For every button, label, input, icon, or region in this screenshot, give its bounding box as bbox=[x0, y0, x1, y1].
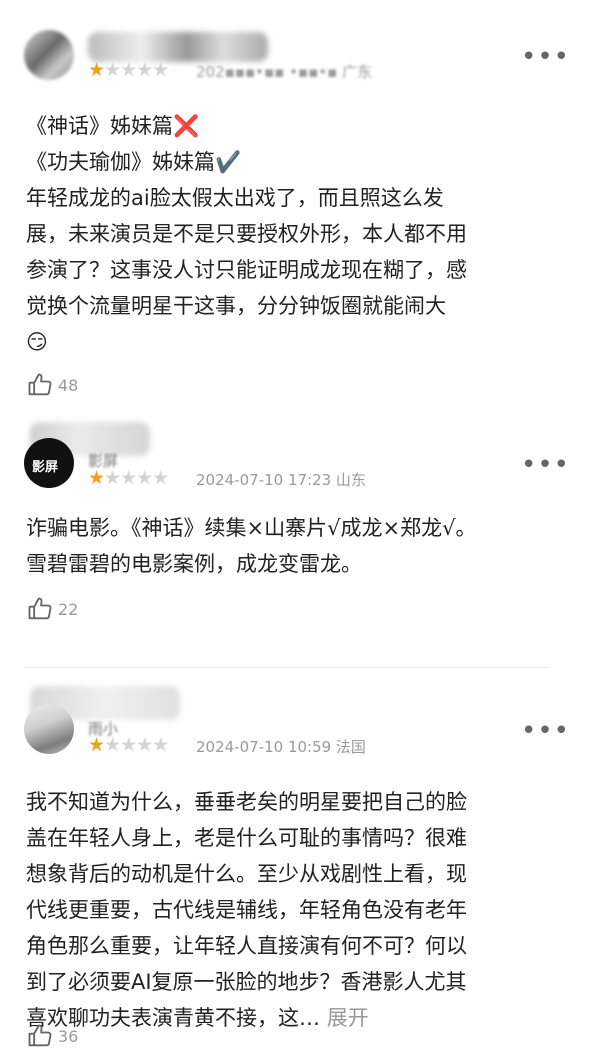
avatar[interactable] bbox=[24, 704, 74, 754]
review-line: 盖在年轻人身上，老是什么可耻的事情吗？很难 bbox=[26, 826, 467, 850]
username-blurred bbox=[88, 32, 268, 62]
rating-stars: ★★★★★ bbox=[88, 734, 169, 756]
smirk-emoji: 😏 bbox=[26, 330, 48, 354]
avatar[interactable] bbox=[24, 30, 74, 80]
review-line: 角色那么重要，让年轻人直接演有何不可？何以 bbox=[26, 934, 467, 958]
review-text: 《神话》姊妹篇❌ 《功夫瑜伽》姊妹篇✔️ 年轻成龙的ai脸太假太出戏了，而且照这… bbox=[26, 108, 574, 360]
avatar-logo: 影屏 bbox=[32, 460, 59, 475]
review-text: 我不知道为什么，垂垂老矣的明星要把自己的脸 盖在年轻人身上，老是什么可耻的事情吗… bbox=[26, 784, 574, 1036]
review-card: ★★★★★ 202▪▪▪•▪▪ •▪▪•▪ 广东 ••• 《神话》姊妹篇❌ 《功… bbox=[0, 0, 600, 410]
review-meta: 2024-07-10 10:59 法国 bbox=[196, 738, 366, 756]
like-count: 36 bbox=[58, 1026, 79, 1046]
review-line: 想象背后的动机是什么。至少从戏剧性上看，现 bbox=[26, 862, 467, 886]
star-icon: ★★★★ bbox=[104, 59, 169, 81]
like-count: 22 bbox=[58, 599, 79, 619]
star-icon: ★ bbox=[88, 59, 105, 81]
star-icon: ★ bbox=[88, 734, 105, 756]
avatar[interactable]: 影屏 bbox=[24, 438, 74, 488]
review-text: 诈骗电影。《神话》续集×山寨片√成龙×郑龙√。 雪碧雷碧的电影案例，成龙变雷龙。 bbox=[26, 510, 574, 582]
thumbs-up-icon bbox=[28, 373, 52, 396]
star-icon: ★ bbox=[88, 467, 105, 489]
review-meta: 202▪▪▪•▪▪ •▪▪•▪ 广东 bbox=[196, 63, 373, 81]
rating-stars: ★★★★★ bbox=[88, 59, 169, 81]
review-card: 雨小 ★★★★★ 2024-07-10 10:59 法国 ••• 我不知道为什么… bbox=[0, 668, 600, 1047]
thumbs-up-icon bbox=[28, 1024, 52, 1047]
review-line: 我不知道为什么，垂垂老矣的明星要把自己的脸 bbox=[26, 790, 467, 814]
more-options-button[interactable]: ••• bbox=[521, 718, 570, 744]
thumbs-up-icon bbox=[28, 597, 52, 620]
like-button[interactable]: 22 bbox=[26, 595, 78, 623]
review-line: 参演了？这事没人讨只能证明成龙现在糊了，感 bbox=[26, 258, 467, 282]
review-line: 年轻成龙的ai脸太假太出戏了，而且照这么发 bbox=[26, 186, 444, 210]
review-line: 展，未来演员是不是只要授权外形，本人都不用 bbox=[26, 222, 467, 246]
review-line: 诈骗电影。《神话》续集×山寨片√成龙×郑龙√。 bbox=[26, 516, 477, 540]
review-line: 《功夫瑜伽》姊妹篇 bbox=[26, 150, 215, 174]
review-meta: 2024-07-10 17:23 山东 bbox=[196, 471, 366, 489]
review-line: 到了必须要AI复原一张脸的地步？香港影人尤其 bbox=[26, 970, 467, 994]
review-line: 《神话》姊妹篇 bbox=[26, 114, 173, 138]
more-options-button[interactable]: ••• bbox=[521, 452, 570, 478]
review-line: 代线更重要，古代线是辅线，年轻角色没有老年 bbox=[26, 898, 467, 922]
more-options-button[interactable]: ••• bbox=[521, 44, 570, 70]
like-button[interactable]: 36 bbox=[26, 1022, 78, 1050]
star-icon: ★★★★ bbox=[104, 734, 169, 756]
like-button[interactable]: 48 bbox=[26, 371, 78, 399]
rating-stars: ★★★★★ bbox=[88, 467, 169, 489]
check-mark-icon: ✔️ bbox=[215, 150, 242, 174]
expand-link[interactable]: 展开 bbox=[327, 1006, 369, 1030]
cross-mark-icon: ❌ bbox=[173, 114, 200, 138]
star-icon: ★★★★ bbox=[104, 467, 169, 489]
review-line: 雪碧雷碧的电影案例，成龙变雷龙。 bbox=[26, 552, 362, 576]
review-card: 影屏 影屏 ★★★★★ 2024-07-10 17:23 山东 ••• 诈骗电影… bbox=[0, 410, 600, 660]
like-count: 48 bbox=[58, 375, 79, 395]
review-line: 觉换个流量明星干这事，分分钟饭圈就能闹大 bbox=[26, 294, 446, 318]
